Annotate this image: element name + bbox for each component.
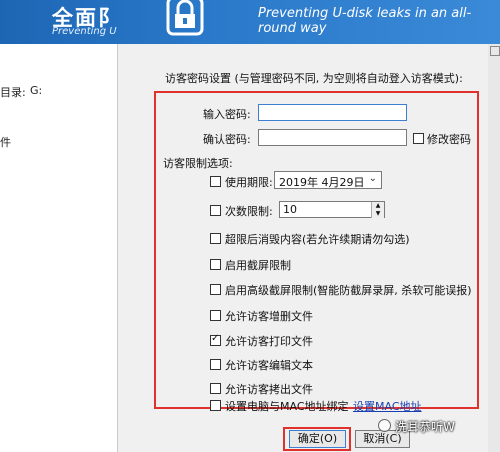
option-label-screenshot[interactable]: 启用截屏限制 — [225, 257, 291, 273]
option-label-edit[interactable]: 允许访客编辑文本 — [225, 357, 313, 373]
stepper-down-icon[interactable]: ▼ — [371, 210, 384, 218]
directory-value: G: — [30, 84, 43, 97]
restrictions-label: 访客限制选项: — [163, 157, 233, 170]
option-checkbox-copy-out[interactable] — [210, 383, 221, 394]
banner-subtitle-right: Preventing U-disk leaks in an all-round … — [258, 6, 472, 36]
side-label: 件 — [0, 136, 11, 149]
option-checkbox-mac-binding[interactable] — [210, 400, 221, 411]
option-label-add-delete[interactable]: 允许访客增删文件 — [225, 308, 313, 324]
option-checkbox-advanced-screenshot[interactable] — [210, 284, 221, 295]
option-checkbox-expiry[interactable] — [210, 176, 221, 187]
input-password-field[interactable] — [258, 104, 407, 121]
input-password-label: 输入密码: — [203, 108, 251, 121]
chevron-down-icon[interactable]: ⌄ — [369, 173, 377, 184]
guest-password-title: 访客密码设置 (与管理密码不同, 为空则将自动登入访客模式): — [165, 72, 463, 85]
option-checkbox-print[interactable] — [210, 333, 221, 346]
option-checkbox-screenshot[interactable] — [210, 259, 221, 270]
lock-icon — [166, 0, 204, 36]
ok-button[interactable]: 确定(O) — [289, 430, 346, 448]
banner-subtitle-left: Preventing U — [52, 26, 117, 37]
option-label-mac-binding[interactable]: 设置电脑与MAC地址绑定 — [225, 398, 349, 414]
wechat-icon — [378, 419, 391, 432]
confirm-password-label: 确认密码: — [203, 133, 251, 146]
option-label-destroy[interactable]: 超限后消毁内容(若允许续期请勿勾选) — [225, 231, 410, 247]
count-value: 10 — [283, 203, 297, 216]
set-mac-link[interactable]: 设置MAC地址 — [353, 398, 422, 414]
right-edge-panel — [487, 44, 500, 452]
expiry-date-value: 2019年 4月29日 — [279, 176, 365, 189]
option-checkbox-destroy[interactable] — [210, 233, 221, 244]
option-label-print[interactable]: 允许访客打印文件 — [225, 333, 313, 349]
option-label-count[interactable]: 次数限制: — [225, 203, 273, 219]
option-label-advanced-screenshot[interactable]: 启用高级截屏限制(智能防截屏录屏, 杀软可能误报) — [225, 282, 472, 298]
stepper-up-icon[interactable]: ▲ — [371, 202, 384, 210]
option-label-copy-out[interactable]: 允许访客拷出文件 — [225, 381, 313, 397]
count-stepper[interactable]: 10 ▲ ▼ — [279, 201, 385, 218]
modify-password-label[interactable]: 修改密码 — [427, 131, 471, 147]
window-control-icon[interactable] — [490, 46, 500, 56]
option-checkbox-edit[interactable] — [210, 359, 221, 370]
confirm-password-field[interactable] — [258, 129, 407, 146]
app-banner: 全面阝 Preventing U Preventing U-disk leaks… — [0, 0, 500, 44]
expiry-date-picker[interactable]: 2019年 4月29日 ⌄ — [274, 171, 382, 189]
option-label-expiry[interactable]: 使用期限: — [225, 174, 273, 190]
option-checkbox-add-delete[interactable] — [210, 310, 221, 321]
option-checkbox-count[interactable] — [210, 205, 221, 216]
modify-password-checkbox[interactable] — [413, 133, 424, 144]
watermark-text: 洗耳恭听W — [395, 420, 455, 434]
directory-label: 目录: — [0, 86, 26, 99]
